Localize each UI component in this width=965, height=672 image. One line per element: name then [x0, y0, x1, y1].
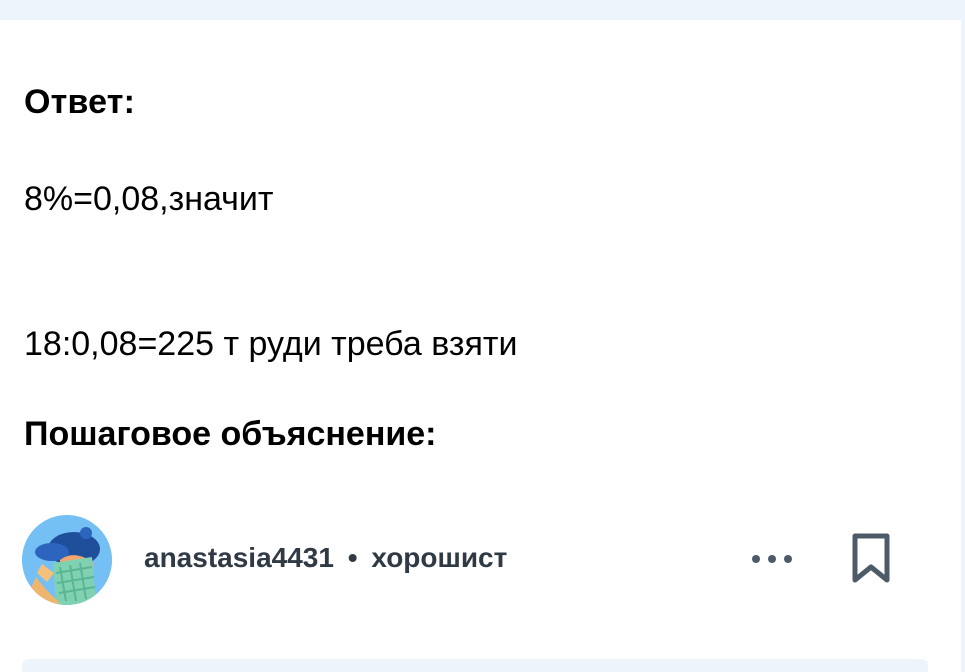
answer-text-line: 8%=0,08,значит — [24, 180, 274, 218]
right-divider — [961, 20, 965, 672]
answer-text-line: 18:0,08=225 т руди треба взяти — [24, 325, 518, 363]
top-divider — [0, 0, 965, 20]
answer-card: Ответ: 8%=0,08,значит 18:0,08=225 т руди… — [0, 0, 965, 672]
more-horizontal-icon — [784, 555, 792, 563]
more-horizontal-icon — [768, 555, 776, 563]
meta-separator: • — [347, 542, 358, 573]
more-horizontal-icon — [752, 555, 760, 563]
bookmark-icon — [852, 533, 890, 583]
author-row: anastasia4431 • хорошист — [22, 515, 942, 605]
bottom-divider — [22, 659, 928, 672]
more-options-button[interactable] — [748, 541, 798, 575]
answer-heading: Ответ: — [24, 83, 136, 121]
bookmark-button[interactable] — [848, 531, 894, 587]
author-username[interactable]: anastasia4431 — [144, 542, 334, 573]
student-avatar-icon[interactable] — [22, 515, 112, 605]
avatar-illustration — [22, 515, 112, 605]
author-rank: хорошист — [371, 542, 508, 573]
explanation-heading: Пошаговое объяснение: — [24, 415, 437, 453]
author-meta: anastasia4431 • хорошист — [144, 541, 507, 575]
